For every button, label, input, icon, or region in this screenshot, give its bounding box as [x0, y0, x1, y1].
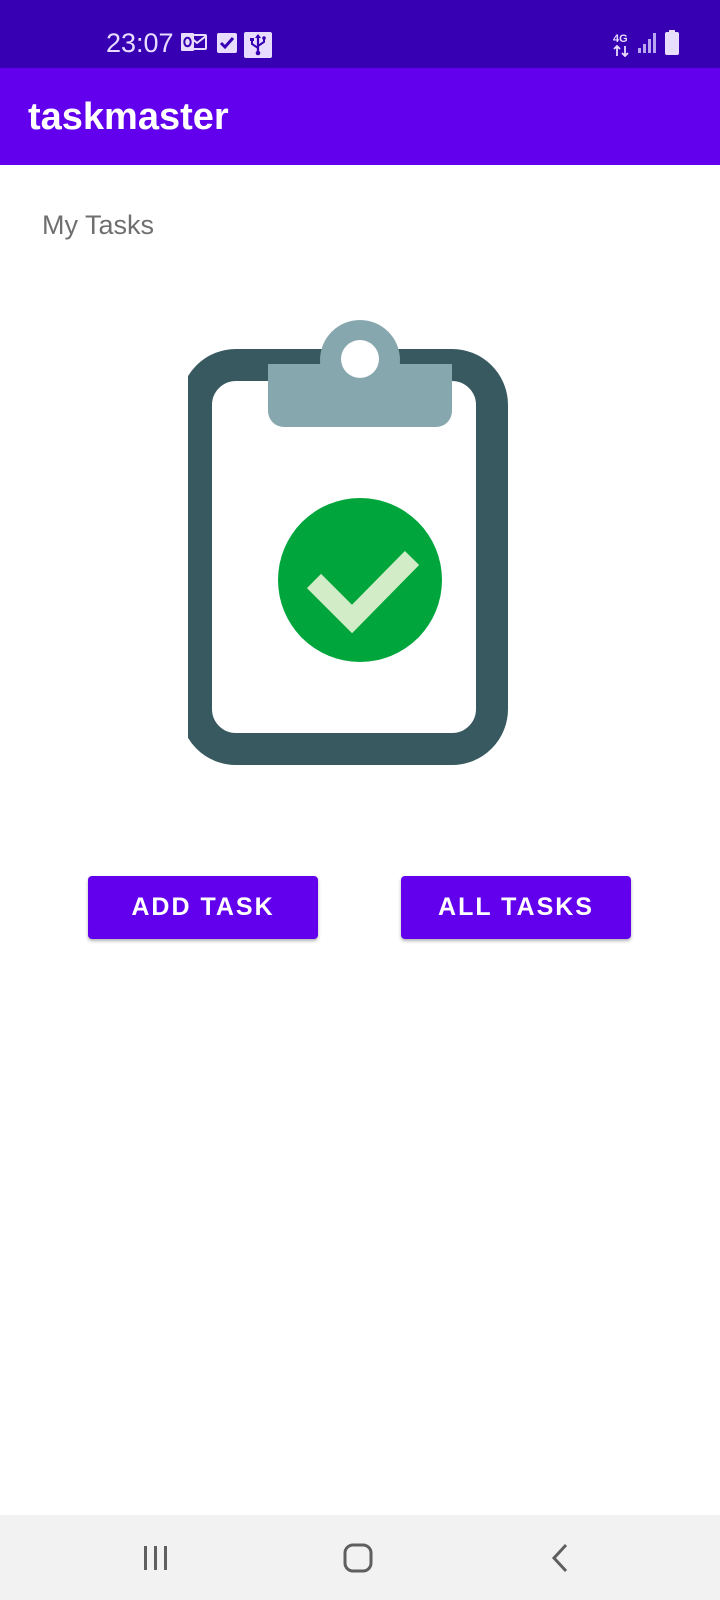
battery-icon [664, 30, 680, 61]
recents-icon[interactable] [126, 1535, 186, 1581]
app-title: taskmaster [28, 96, 229, 138]
back-icon[interactable] [530, 1535, 590, 1581]
all-tasks-button[interactable]: ALL TASKS [401, 876, 631, 939]
signal-icon [637, 32, 659, 59]
app-bar: taskmaster [0, 68, 720, 165]
status-bar: 23:07 4G [0, 0, 720, 68]
network-4g-text: 4G [613, 33, 628, 45]
network-4g-icon: 4G [612, 31, 632, 62]
clipboard-check-icon [180, 318, 528, 778]
screen: 23:07 4G taskmaster My Tasks ADD TASK AL… [0, 0, 720, 1600]
task-check-icon [216, 32, 238, 59]
add-task-button[interactable]: ADD TASK [88, 876, 318, 939]
home-icon[interactable] [328, 1535, 388, 1581]
usb-icon [244, 32, 272, 63]
navigation-bar [0, 1515, 720, 1600]
my-tasks-label: My Tasks [42, 210, 155, 240]
status-time: 23:07 [106, 28, 174, 58]
outlook-icon [181, 32, 207, 59]
